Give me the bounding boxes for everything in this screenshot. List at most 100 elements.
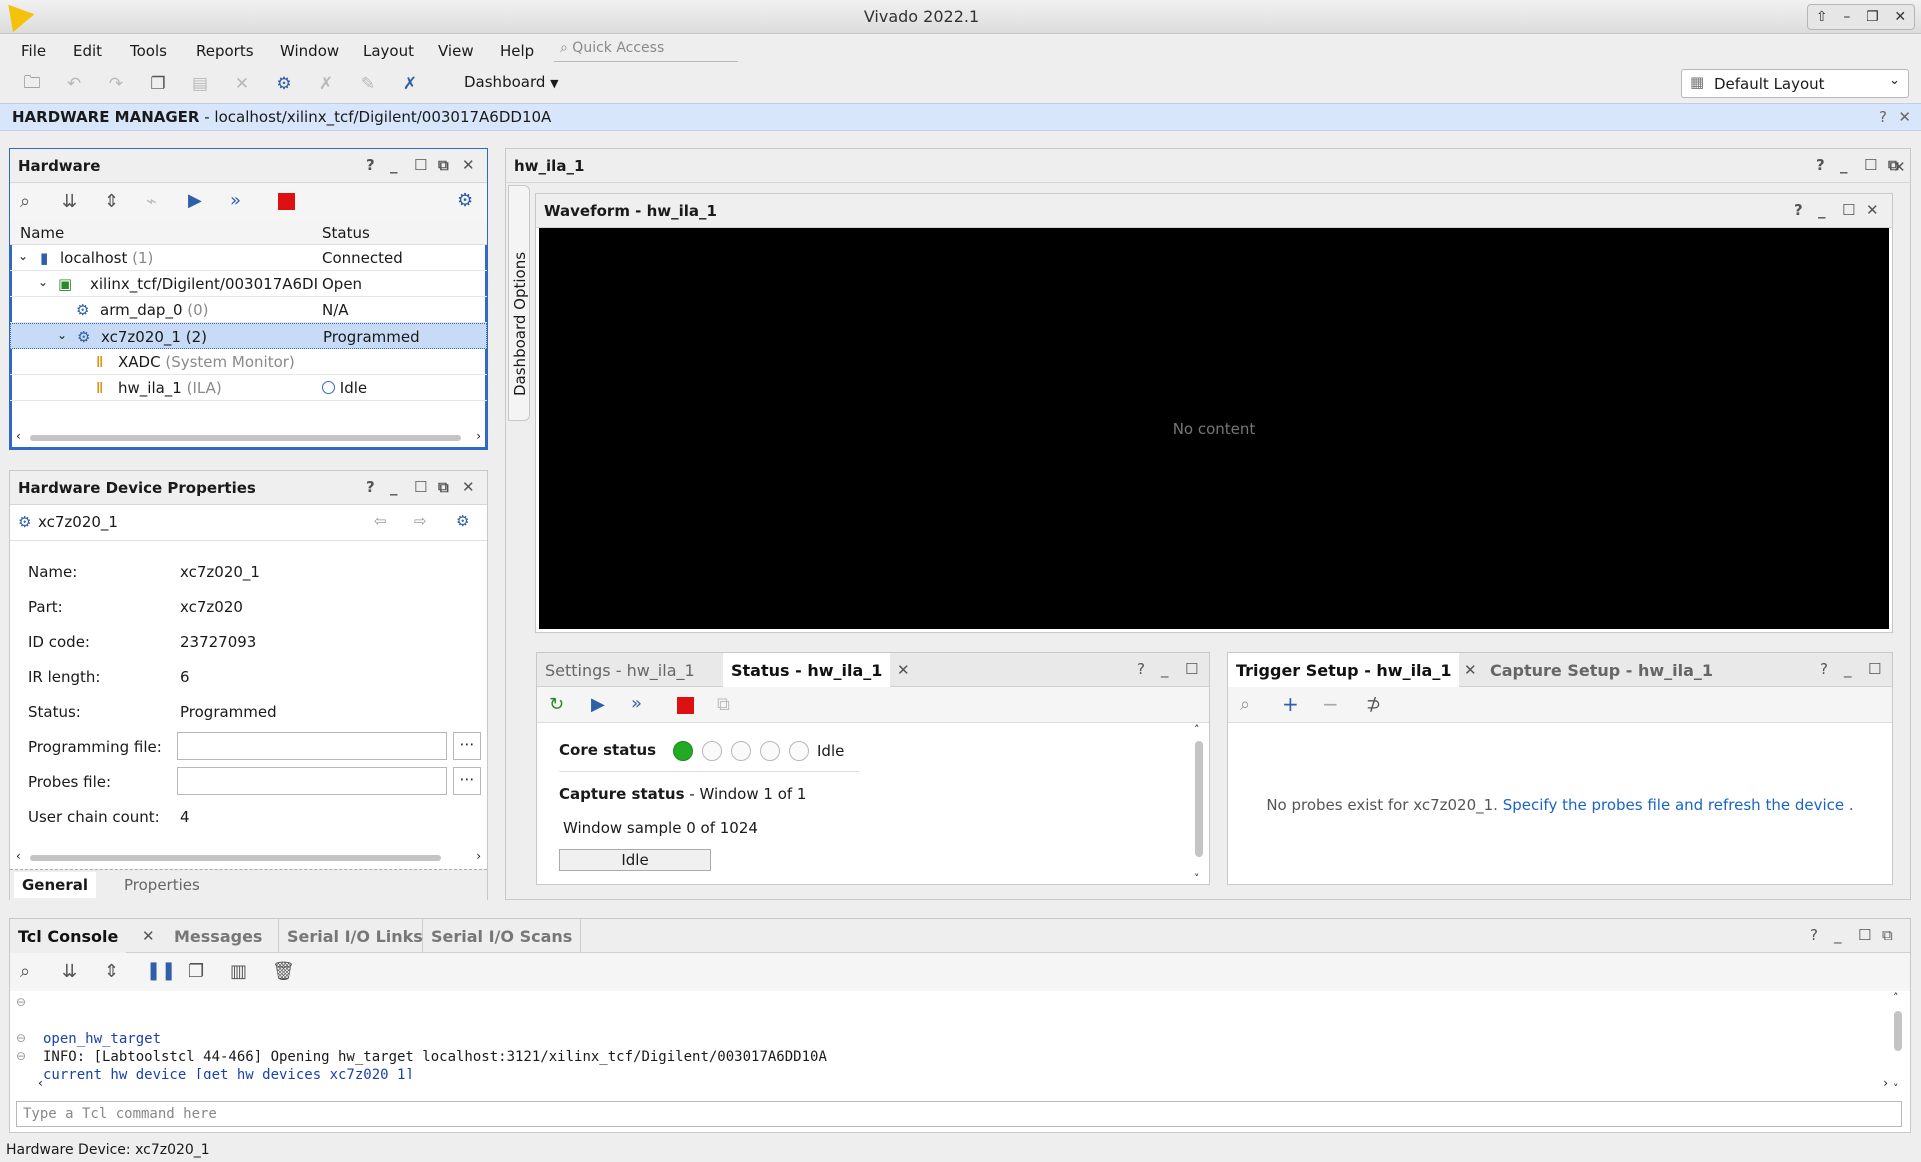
back-arrow-icon[interactable]: ⇦ (374, 512, 387, 530)
fold-icon[interactable]: ⊖ (16, 995, 26, 1009)
menu-layout[interactable]: Layout (363, 42, 414, 60)
trigger-condition-icon[interactable]: ⊅ (1366, 694, 1381, 715)
help-icon[interactable]: ? (1820, 660, 1828, 678)
probes-file-input[interactable] (177, 767, 447, 795)
minimize-icon[interactable]: _ (1840, 156, 1848, 174)
close-icon[interactable]: ✕ (462, 478, 475, 496)
dashboard-menu[interactable]: Dashboard ▼ (464, 73, 559, 91)
gear-icon[interactable]: ⚙ (456, 512, 469, 530)
close-tab-icon[interactable]: ✕ (1464, 661, 1477, 679)
help-icon[interactable]: ? (1794, 201, 1803, 219)
run-immediate-icon[interactable]: » (230, 190, 241, 211)
tcl-command-input[interactable]: Type a Tcl command here (16, 1101, 1902, 1127)
chevron-down-icon[interactable]: ⌄ (38, 275, 48, 289)
tab-general[interactable]: General (14, 872, 96, 898)
help-icon[interactable]: ? (366, 156, 375, 174)
close-icon[interactable]: ✕ (1893, 158, 1906, 176)
fold-icon[interactable]: ⊖ (16, 1049, 26, 1063)
menu-edit[interactable]: Edit (73, 42, 102, 60)
tools-cross-icon[interactable]: ✗ (396, 70, 424, 98)
maximize-icon[interactable]: ❐ (1866, 9, 1879, 25)
run-disabled-icon[interactable]: ✗ (312, 70, 340, 98)
maximize-icon[interactable]: ☐ (1858, 926, 1871, 944)
minimize-icon[interactable]: _ (1161, 660, 1169, 678)
tab-serial-io-links[interactable]: Serial I/O Links (278, 919, 431, 953)
close-icon[interactable]: ✕ (1894, 9, 1906, 25)
search-icon[interactable]: ⌕ (20, 191, 30, 212)
redo-icon[interactable]: ↷ (102, 70, 130, 98)
close-icon[interactable]: ✕ (462, 156, 475, 174)
maximize-icon[interactable]: ☐ (1868, 660, 1881, 678)
column-status[interactable]: Status (322, 224, 370, 242)
maximize-icon[interactable]: ☐ (1864, 156, 1877, 174)
float-icon[interactable]: ⧉ (438, 478, 449, 496)
chevron-down-icon[interactable]: ⌄ (18, 249, 28, 263)
help-icon[interactable]: ? (1137, 660, 1145, 678)
quick-access-search[interactable]: ⌕ Quick Access (554, 38, 738, 62)
horizontal-scrollbar[interactable]: ‹ › (16, 849, 481, 863)
stop-icon[interactable] (677, 697, 694, 714)
copy-icon[interactable]: ❐ (188, 961, 204, 982)
browse-probes-file-button[interactable]: ⋯ (453, 767, 481, 795)
tree-row-arm-dap[interactable]: ⚙ arm_dap_0 (0) N/A (10, 297, 487, 323)
vertical-scrollbar[interactable]: ˄ ˅ (1191, 723, 1207, 885)
gear-icon[interactable]: ⚙ (457, 190, 473, 211)
tab-tcl-console[interactable]: Tcl Console (10, 919, 127, 953)
refresh-icon[interactable]: ↻ (549, 694, 564, 715)
float-icon[interactable]: ⧉ (438, 156, 449, 174)
chevron-down-icon[interactable]: ⌄ (57, 328, 67, 342)
close-tab-icon[interactable]: ✕ (897, 661, 910, 679)
stop-icon[interactable] (278, 193, 295, 210)
browse-programming-file-button[interactable]: ⋯ (453, 732, 481, 760)
column-name[interactable]: Name (20, 224, 64, 242)
run-trigger-icon[interactable]: ▶ (591, 694, 605, 715)
auto-connect-icon[interactable]: ⌁ (146, 191, 157, 212)
tab-capture-setup[interactable]: Capture Setup - hw_ila_1 (1482, 653, 1721, 687)
maximize-icon[interactable]: ☐ (1185, 660, 1198, 678)
menu-reports[interactable]: Reports (196, 42, 254, 60)
pencil-icon[interactable]: ✎ (354, 70, 382, 98)
layout-select[interactable]: ▦ Default Layout ⌄ (1681, 69, 1909, 98)
minimize-icon[interactable]: _ (1834, 926, 1842, 944)
maximize-icon[interactable]: ☐ (414, 156, 427, 174)
programming-file-input[interactable] (177, 732, 447, 760)
dashboard-options-tab[interactable]: Dashboard Options (508, 185, 530, 421)
tree-row-localhost[interactable]: ⌄ ▮ localhost (1) Connected (10, 245, 487, 271)
tab-serial-io-scans[interactable]: Serial I/O Scans (422, 919, 582, 953)
expand-all-icon[interactable]: ⇕ (104, 961, 119, 982)
undo-icon[interactable]: ↶ (60, 70, 88, 98)
horizontal-scrollbar[interactable]: ‹ › (36, 1076, 1890, 1093)
columns-icon[interactable]: ▥ (230, 961, 247, 982)
menu-file[interactable]: File (21, 42, 46, 60)
specify-probes-link[interactable]: Specify the probes file and refresh the … (1503, 796, 1844, 814)
search-icon[interactable]: ⌕ (1240, 694, 1250, 715)
maximize-icon[interactable]: ☐ (414, 478, 427, 496)
pause-icon[interactable]: ❚❚ (146, 960, 176, 981)
collapse-all-icon[interactable]: ⇊ (62, 191, 77, 212)
minimize-icon[interactable]: _ (390, 478, 398, 496)
add-probe-icon[interactable]: + (1282, 692, 1299, 716)
tree-row-xadc[interactable]: Ⅱ XADC (System Monitor) (10, 349, 487, 375)
menu-tools[interactable]: Tools (130, 42, 167, 60)
tab-settings[interactable]: Settings - hw_ila_1 (537, 653, 703, 687)
waveform-canvas[interactable]: No content (539, 228, 1889, 629)
remove-probe-icon[interactable]: − (1322, 692, 1339, 716)
horizontal-scrollbar[interactable]: ‹ › (16, 429, 481, 443)
fold-icon[interactable]: ⊖ (16, 1031, 26, 1045)
tree-row-device-selected[interactable]: ⌄ ⚙ xc7z020_1 (2) Programmed (10, 323, 487, 349)
collapse-all-icon[interactable]: ⇊ (62, 961, 77, 982)
delete-icon[interactable]: ✕ (228, 70, 256, 98)
menu-view[interactable]: View (438, 42, 474, 60)
run-immediate-icon[interactable]: » (631, 693, 642, 714)
console-output[interactable]: ⊖ ⊖ ⊖ open_hw_target INFO: [Labtoolstcl … (10, 993, 1890, 1093)
menu-window[interactable]: Window (280, 42, 339, 60)
help-icon[interactable]: ? (366, 478, 375, 496)
float-icon[interactable]: ⧉ (1882, 926, 1893, 944)
trash-icon[interactable]: 🗑 (272, 961, 295, 982)
close-tab-icon[interactable]: ✕ (142, 927, 155, 945)
search-icon[interactable]: ⌕ (20, 961, 30, 982)
tab-messages[interactable]: Messages (166, 919, 270, 953)
help-icon[interactable]: ? (1816, 156, 1825, 174)
forward-arrow-icon[interactable]: ⇨ (414, 512, 427, 530)
expand-all-icon[interactable]: ⇕ (104, 191, 119, 212)
